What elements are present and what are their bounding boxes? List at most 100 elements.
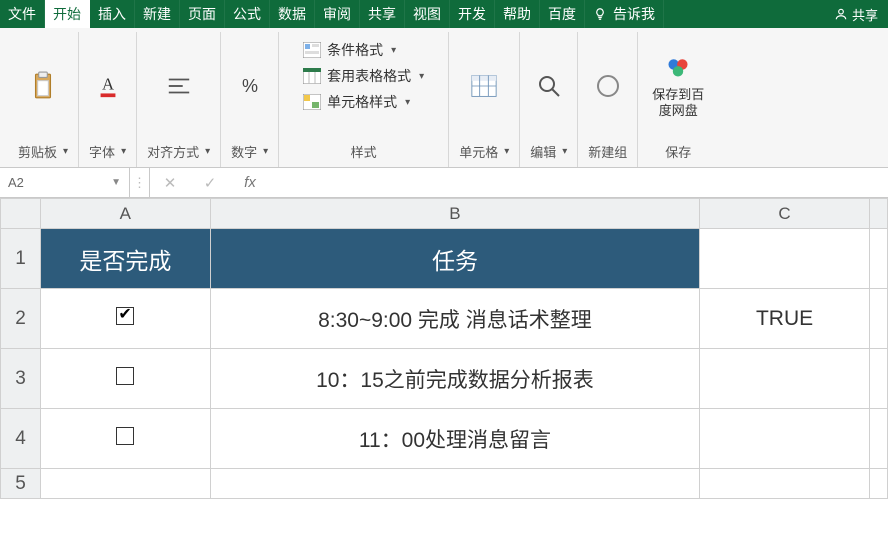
menu-tab-review[interactable]: 审阅 xyxy=(315,0,360,28)
col-header-edge xyxy=(869,199,887,229)
ribbon-group-align-label: 对齐方式▾ xyxy=(147,136,210,167)
cell-b2[interactable]: 8:30~9:00 完成 消息话术整理 xyxy=(210,289,699,349)
cell-b4[interactable]: 11：00处理消息留言 xyxy=(210,409,699,469)
menu-tab-file[interactable]: 文件 xyxy=(0,0,45,28)
cell-style-icon xyxy=(303,94,321,110)
menu-tab-new[interactable]: 新建 xyxy=(135,0,180,28)
column-header-row: A B C xyxy=(1,199,888,229)
namebox-resize-handle[interactable]: ⋮ xyxy=(130,168,150,197)
formula-input[interactable] xyxy=(270,168,888,197)
cell-a4[interactable] xyxy=(40,409,210,469)
menu-tab-formula[interactable]: 公式 xyxy=(225,0,270,28)
cell-c3[interactable] xyxy=(700,349,870,409)
row-header-3[interactable]: 3 xyxy=(1,349,41,409)
chevron-down-icon[interactable]: ▾ xyxy=(205,146,210,157)
ribbon-group-baidu: 保存到百度网盘 保存 xyxy=(638,32,718,167)
chevron-down-icon: ▾ xyxy=(419,71,424,82)
chevron-down-icon[interactable]: ▾ xyxy=(263,146,268,157)
cell-c5[interactable] xyxy=(700,469,870,499)
chevron-down-icon[interactable]: ▾ xyxy=(63,146,68,157)
checkbox-icon[interactable] xyxy=(116,427,134,445)
row-header-1[interactable]: 1 xyxy=(1,229,41,289)
search-icon xyxy=(536,72,562,100)
col-header-a[interactable]: A xyxy=(40,199,210,229)
ribbon-group-cells: 单元格▾ xyxy=(449,32,520,167)
menu-tellme[interactable]: 告诉我 xyxy=(585,0,664,28)
cell-a3[interactable] xyxy=(40,349,210,409)
row-header-5[interactable]: 5 xyxy=(1,469,41,499)
ribbon-group-editing: 编辑▾ xyxy=(520,32,578,167)
cell-c2[interactable]: TRUE xyxy=(700,289,870,349)
menu-tab-page[interactable]: 页面 xyxy=(180,0,225,28)
table-row: 5 xyxy=(1,469,888,499)
font-color-button[interactable]: A xyxy=(93,70,123,102)
cells-icon xyxy=(471,72,497,100)
ribbon-group-clipboard: 剪贴板▾ xyxy=(8,32,79,167)
ribbon-group-number: % 数字▾ xyxy=(221,32,279,167)
cell-b5[interactable] xyxy=(210,469,699,499)
checkbox-icon[interactable] xyxy=(116,307,134,325)
paste-button[interactable] xyxy=(28,70,58,102)
chevron-down-icon[interactable]: ▾ xyxy=(121,146,126,157)
chevron-down-icon: ▼ xyxy=(111,177,121,188)
enter-button[interactable]: ✓ xyxy=(190,168,230,197)
menu-tab-data[interactable]: 数据 xyxy=(270,0,315,28)
cell-a2[interactable] xyxy=(40,289,210,349)
newgroup-button[interactable] xyxy=(593,70,623,102)
ribbon-group-font: A 字体▾ xyxy=(79,32,137,167)
cancel-button[interactable]: ✕ xyxy=(150,168,190,197)
cell-c4[interactable] xyxy=(700,409,870,469)
ribbon-group-number-label: 数字▾ xyxy=(231,136,268,167)
ribbon-group-editing-label: 编辑▾ xyxy=(530,136,567,167)
ribbon-group-font-label: 字体▾ xyxy=(89,136,126,167)
cells-button[interactable] xyxy=(469,70,499,102)
menu-share-button[interactable]: 共享 xyxy=(834,5,878,24)
find-button[interactable] xyxy=(534,70,564,102)
menu-tab-share[interactable]: 共享 xyxy=(360,0,405,28)
menu-tellme-label: 告诉我 xyxy=(613,4,655,24)
svg-text:A: A xyxy=(102,75,114,94)
chevron-down-icon[interactable]: ▾ xyxy=(562,146,567,157)
menu-tab-dev[interactable]: 开发 xyxy=(450,0,495,28)
col-header-c[interactable]: C xyxy=(700,199,870,229)
cell-b3[interactable]: 10：15之前完成数据分析报表 xyxy=(210,349,699,409)
chevron-down-icon[interactable]: ▾ xyxy=(504,146,509,157)
conditional-format-button[interactable]: 条件格式 ▾ xyxy=(303,40,424,60)
name-box[interactable]: A2 ▼ xyxy=(0,168,130,197)
checkbox-icon[interactable] xyxy=(116,367,134,385)
table-format-button[interactable]: 套用表格格式 ▾ xyxy=(303,66,424,86)
menu-tab-home[interactable]: 开始 xyxy=(45,0,90,28)
ribbon-group-baidu-label: 保存 xyxy=(665,136,691,167)
number-format-button[interactable]: % xyxy=(235,70,265,102)
ribbon-group-styles-label: 样式 xyxy=(351,136,377,167)
chevron-down-icon: ▾ xyxy=(405,97,410,108)
lightbulb-icon xyxy=(593,7,607,21)
header-cell-done[interactable]: 是否完成 xyxy=(40,229,210,289)
sheet-area: A B C 1 是否完成 任务 2 8:30~9:00 完成 消息话术整理 TR… xyxy=(0,198,888,499)
menu-tab-view[interactable]: 视图 xyxy=(405,0,450,28)
cell-edge xyxy=(869,289,887,349)
svg-text:%: % xyxy=(242,76,258,96)
select-all-corner[interactable] xyxy=(1,199,41,229)
ribbon-group-cells-label: 单元格▾ xyxy=(459,136,509,167)
menu-strip: 文件 开始 插入 新建 页面 公式 数据 审阅 共享 视图 开发 帮助 百度 告… xyxy=(0,0,888,28)
col-header-b[interactable]: B xyxy=(210,199,699,229)
menu-tab-help[interactable]: 帮助 xyxy=(495,0,540,28)
name-box-value: A2 xyxy=(8,175,24,190)
row-header-2[interactable]: 2 xyxy=(1,289,41,349)
cell-edge xyxy=(869,229,887,289)
baidu-save-button[interactable]: 保存到百度网盘 xyxy=(648,51,708,120)
cell-style-button[interactable]: 单元格样式 ▾ xyxy=(303,92,424,112)
grid[interactable]: A B C 1 是否完成 任务 2 8:30~9:00 完成 消息话术整理 TR… xyxy=(0,198,888,499)
align-button[interactable] xyxy=(164,70,194,102)
header-cell-task[interactable]: 任务 xyxy=(210,229,699,289)
row-header-4[interactable]: 4 xyxy=(1,409,41,469)
cell-c1[interactable] xyxy=(700,229,870,289)
menu-tab-insert[interactable]: 插入 xyxy=(90,0,135,28)
menu-tab-baidu[interactable]: 百度 xyxy=(540,0,585,28)
cell-edge xyxy=(869,349,887,409)
ribbon-group-newgroup-label: 新建组 xyxy=(588,136,627,167)
cell-a5[interactable] xyxy=(40,469,210,499)
ribbon-group-align: 对齐方式▾ xyxy=(137,32,221,167)
fx-button[interactable]: fx xyxy=(230,168,270,197)
